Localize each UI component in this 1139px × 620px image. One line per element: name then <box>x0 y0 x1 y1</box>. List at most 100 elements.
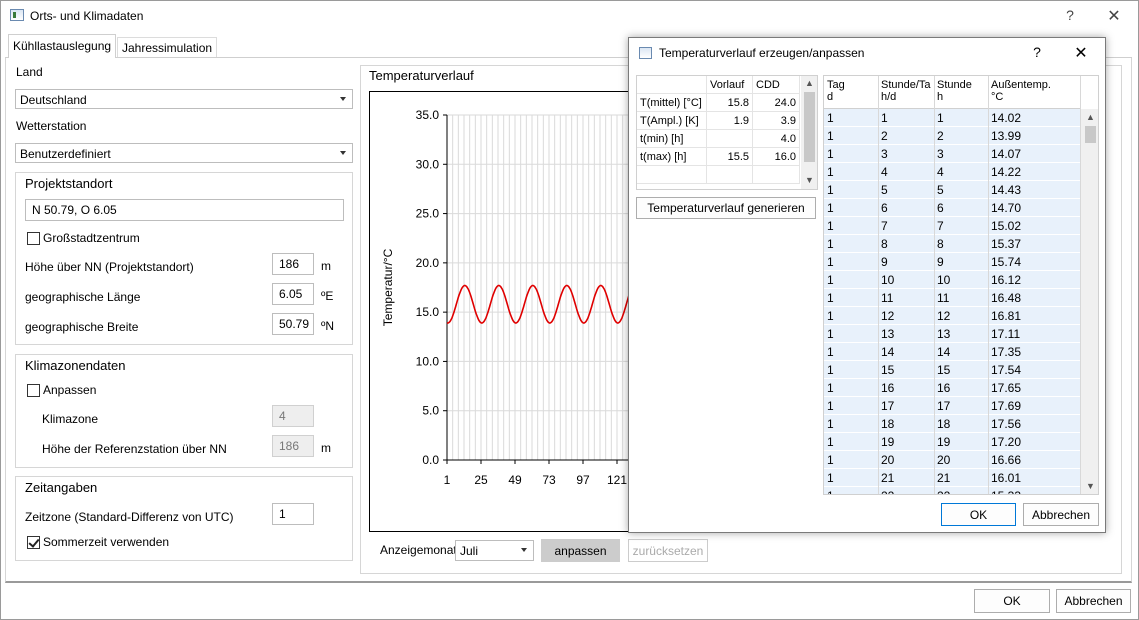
table-row[interactable]: 1 4 4 14.22 <box>824 163 1081 181</box>
anpassen-button[interactable]: anpassen <box>541 539 620 562</box>
table-row[interactable]: 1 10 10 16.12 <box>824 271 1081 289</box>
land-select[interactable]: Deutschland <box>15 89 353 109</box>
table-row[interactable]: 1 20 20 16.66 <box>824 451 1081 469</box>
table-row[interactable]: 1 12 12 16.81 <box>824 307 1081 325</box>
dialog-abbrechen-button[interactable]: Abbrechen <box>1023 503 1099 526</box>
table-row[interactable]: 1 15 15 17.54 <box>824 361 1081 379</box>
grid-cell: 9 <box>937 255 944 269</box>
table-row[interactable]: 1 21 21 16.01 <box>824 469 1081 487</box>
param-cell[interactable]: 24.0 <box>752 93 800 112</box>
grid-cell: 4 <box>881 165 888 179</box>
param-cell[interactable]: 4.0 <box>752 129 800 148</box>
dialog-close-button[interactable]: ✕ <box>1071 43 1091 63</box>
grid-cell: 1 <box>827 219 834 233</box>
laenge-label: geographische Länge <box>25 290 141 304</box>
values-grid: Tag d Stunde/Ta h/d Stunde h Außentemp. °C 1… <box>823 75 1099 495</box>
scroll-up-icon[interactable]: ▲ <box>805 78 814 88</box>
help-button[interactable]: ? <box>1060 7 1080 23</box>
param-cell[interactable]: 16.0 <box>752 147 800 166</box>
hoehe-input[interactable]: 186 <box>272 253 314 275</box>
table-row[interactable]: 1 16 16 17.65 <box>824 379 1081 397</box>
scroll-down-icon[interactable]: ▼ <box>805 175 814 185</box>
anzeigemonat-value: Juli <box>460 544 479 558</box>
grid-cell: 17.35 <box>991 345 1022 359</box>
grid-cell: 6 <box>937 201 944 215</box>
params-scroll-thumb[interactable] <box>804 92 815 162</box>
grid-cell: 1 <box>827 273 834 287</box>
table-row[interactable]: 1 2 2 13.99 <box>824 127 1081 145</box>
table-row[interactable]: 1 14 14 17.35 <box>824 343 1081 361</box>
grid-cell: 1 <box>827 489 834 494</box>
y-tick-label: 0.0 <box>422 453 439 467</box>
grid-cell: 13.99 <box>991 129 1022 143</box>
referenzstation-input[interactable]: 186 <box>272 435 314 457</box>
anpassen-checkbox[interactable] <box>27 384 40 397</box>
ok-button[interactable]: OK <box>974 589 1050 613</box>
klimazone-input[interactable]: 4 <box>272 405 314 427</box>
grid-cell: 7 <box>937 219 944 233</box>
scroll-up-icon[interactable]: ▲ <box>1086 112 1095 122</box>
sommerzeit-checkbox[interactable] <box>27 536 40 549</box>
table-row[interactable]: 1 17 17 17.69 <box>824 397 1081 415</box>
anzeigemonat-label: Anzeigemonat <box>380 543 457 557</box>
grid-cell: 5 <box>937 183 944 197</box>
table-row[interactable]: 1 13 13 17.11 <box>824 325 1081 343</box>
dialog-title: Temperaturverlauf erzeugen/anpassen <box>659 46 865 60</box>
y-axis-label: Temperatur/°C <box>381 248 395 326</box>
table-row[interactable]: 1 1 1 14.02 <box>824 109 1081 127</box>
station-select[interactable]: Benutzerdefiniert <box>15 143 353 163</box>
table-row[interactable]: 1 9 9 15.74 <box>824 253 1081 271</box>
zuruecksetzen-button[interactable]: zurücksetzen <box>628 539 708 562</box>
grid-cell: 16 <box>937 381 951 395</box>
abbrechen-button[interactable]: Abbrechen <box>1056 589 1131 613</box>
grid-header-unit: d <box>827 91 834 103</box>
table-row[interactable]: 1 18 18 17.56 <box>824 415 1081 433</box>
table-row[interactable]: 1 8 8 15.37 <box>824 235 1081 253</box>
grossstadt-checkbox[interactable] <box>27 232 40 245</box>
generate-button[interactable]: Temperaturverlauf generieren <box>636 197 816 219</box>
grid-cell: 22 <box>881 489 894 494</box>
grid-cell: 14 <box>937 345 951 359</box>
param-cell[interactable]: 3.9 <box>752 111 800 130</box>
params-scrollbar[interactable]: ▲ ▼ <box>801 76 817 189</box>
table-row[interactable]: 1 19 19 17.20 <box>824 433 1081 451</box>
grid-header-unit: h <box>937 91 944 103</box>
table-row[interactable]: 1 11 11 16.48 <box>824 289 1081 307</box>
coords-input[interactable]: N 50.79, O 6.05 <box>25 199 344 221</box>
station-value: Benutzerdefiniert <box>20 147 111 161</box>
breite-label: geographische Breite <box>25 320 139 334</box>
param-cell[interactable]: 15.8 <box>706 93 753 112</box>
grid-cell: 16 <box>881 381 895 395</box>
param-cell[interactable]: 15.5 <box>706 147 753 166</box>
grid-header-stunde-tag: Stunde/Ta h/d <box>881 79 931 103</box>
grid-header-tag: Tag d <box>827 79 845 103</box>
grid-cell: 15.33 <box>991 489 1021 494</box>
dialog-help-button[interactable]: ? <box>1027 44 1047 60</box>
tab-jahressimulation[interactable]: Jahressimulation <box>117 37 218 57</box>
table-row[interactable]: 1 6 6 14.70 <box>824 199 1081 217</box>
breite-input[interactable]: 50.79 <box>272 313 314 335</box>
x-tick-label: 25 <box>474 473 488 487</box>
grid-col-divider <box>878 76 879 494</box>
grid-scroll-thumb[interactable] <box>1085 126 1096 143</box>
param-cell[interactable] <box>706 129 753 148</box>
scroll-down-icon[interactable]: ▼ <box>1086 481 1095 491</box>
grid-scrollbar[interactable]: ▲ ▼ <box>1081 109 1098 494</box>
grid-header-unit: °C <box>991 91 1004 103</box>
grid-cell: 1 <box>937 111 944 125</box>
table-row[interactable]: 1 22 22 15.33 <box>824 487 1081 494</box>
close-button[interactable]: ✕ <box>1104 6 1124 26</box>
x-tick-label: 97 <box>576 473 590 487</box>
tab-kuehllastauslegung[interactable]: Kühllastauslegung <box>8 34 117 58</box>
table-row[interactable]: 1 3 3 14.07 <box>824 145 1081 163</box>
dialog-ok-button[interactable]: OK <box>941 503 1016 526</box>
laenge-input[interactable]: 6.05 <box>272 283 314 305</box>
table-row[interactable]: 1 5 5 14.43 <box>824 181 1081 199</box>
grid-cell: 16.81 <box>991 309 1022 323</box>
anzeigemonat-select[interactable]: Juli <box>455 540 534 561</box>
grid-cell: 19 <box>881 435 895 449</box>
grid-cell: 19 <box>937 435 951 449</box>
param-cell[interactable]: 1.9 <box>706 111 753 130</box>
zeitzone-input[interactable]: 1 <box>272 503 314 525</box>
table-row[interactable]: 1 7 7 15.02 <box>824 217 1081 235</box>
